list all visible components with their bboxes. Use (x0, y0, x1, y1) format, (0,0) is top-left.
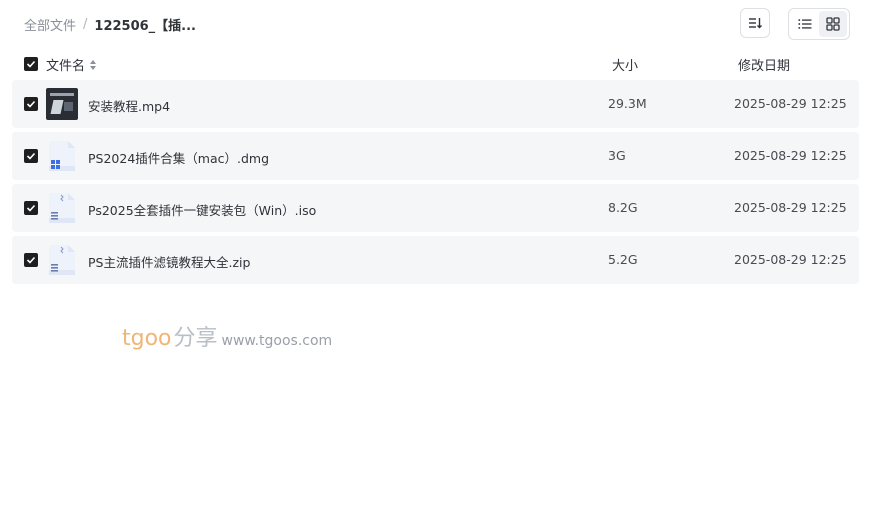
file-date: 2025-08-29 12:25 (734, 200, 847, 215)
file-row[interactable]: PS2024插件合集（mac）.dmg 3G 2025-08-29 12:25 (12, 132, 859, 180)
watermark-brand: tgoo (122, 326, 172, 351)
sort-caret-icon[interactable] (89, 59, 97, 71)
watermark-url: www.tgoos.com (221, 333, 333, 349)
file-size: 5.2G (608, 252, 638, 267)
installer-file-icon (46, 140, 78, 172)
date-column-header[interactable]: 修改日期 (738, 55, 790, 74)
grid-view-button[interactable] (819, 11, 847, 37)
file-row[interactable]: PS主流插件滤镜教程大全.zip 5.2G 2025-08-29 12:25 (12, 236, 859, 284)
file-name[interactable]: PS2024插件合集（mac）.dmg (88, 148, 269, 167)
file-row[interactable]: Ps2025全套插件一键安装包（Win）.iso 8.2G 2025-08-29… (12, 184, 859, 232)
view-toggle (788, 8, 850, 40)
file-name[interactable]: Ps2025全套插件一键安装包（Win）.iso (88, 200, 316, 219)
file-table-header: 文件名 大小 修改日期 (12, 52, 859, 76)
checkmark-icon (26, 60, 36, 68)
file-size: 3G (608, 148, 626, 163)
list-view-icon (798, 19, 812, 29)
select-all-checkbox[interactable] (24, 57, 38, 71)
size-column-header[interactable]: 大小 (612, 55, 638, 74)
row-checkbox[interactable] (24, 201, 38, 215)
file-name[interactable]: 安装教程.mp4 (88, 96, 170, 115)
file-size: 8.2G (608, 200, 638, 215)
archive-file-icon (46, 192, 78, 224)
checkmark-icon (26, 256, 36, 264)
name-column-label: 文件名 (46, 59, 86, 74)
breadcrumb-separator: / (83, 16, 88, 32)
file-name[interactable]: PS主流插件滤镜教程大全.zip (88, 252, 250, 271)
grid-view-icon (826, 17, 840, 31)
row-checkbox[interactable] (24, 253, 38, 267)
breadcrumb-current-folder: 122506_【插... (94, 18, 196, 34)
sort-button[interactable] (740, 8, 770, 38)
breadcrumb: 全部文件 / 122506_【插... (24, 14, 196, 34)
archive-file-icon (46, 244, 78, 276)
file-date: 2025-08-29 12:25 (734, 96, 847, 111)
name-column-header[interactable]: 文件名 (46, 55, 97, 74)
list-view-button[interactable] (791, 11, 819, 37)
video-thumbnail (46, 88, 78, 120)
file-date: 2025-08-29 12:25 (734, 148, 847, 163)
file-size: 29.3M (608, 96, 647, 111)
checkmark-icon (26, 204, 36, 212)
checkmark-icon (26, 152, 36, 160)
sort-lines-icon (749, 18, 762, 29)
checkmark-icon (26, 100, 36, 108)
watermark-brand-cn: 分享 (173, 326, 218, 351)
row-checkbox[interactable] (24, 149, 38, 163)
breadcrumb-root-link[interactable]: 全部文件 (24, 15, 76, 34)
file-date: 2025-08-29 12:25 (734, 252, 847, 267)
watermark: tgoo 分享 www.tgoos.com (122, 320, 332, 352)
file-row[interactable]: 安装教程.mp4 29.3M 2025-08-29 12:25 (12, 80, 859, 128)
row-checkbox[interactable] (24, 97, 38, 111)
